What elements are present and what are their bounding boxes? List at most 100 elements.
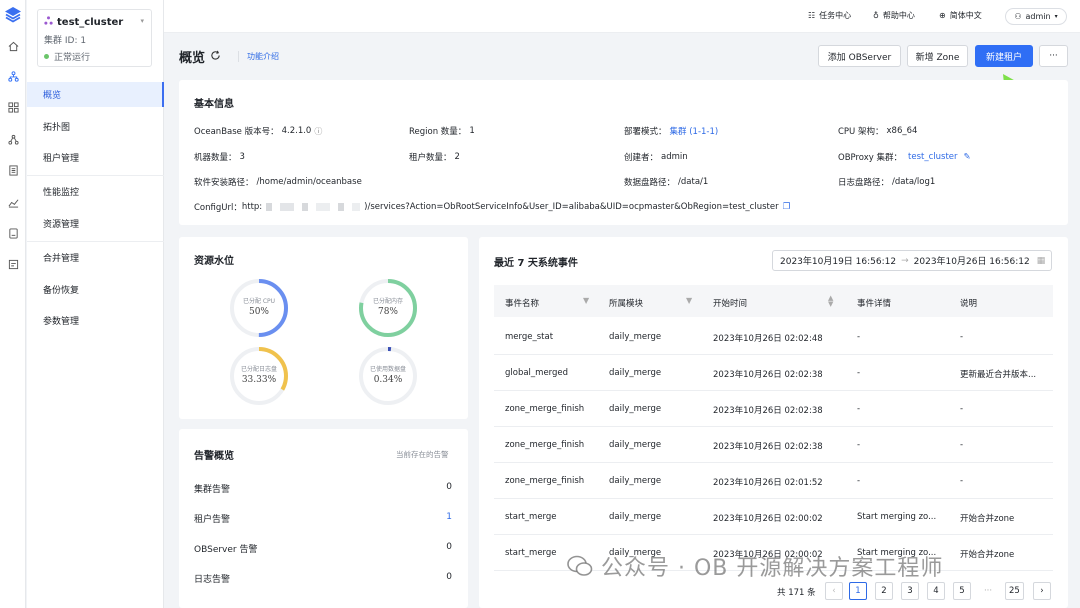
table-cell: 更新最近合并版本... xyxy=(960,370,1037,380)
deploy-mode-link[interactable]: 集群 (1-1-1) xyxy=(670,125,719,137)
refresh-icon[interactable] xyxy=(210,50,221,64)
prev-page-button[interactable]: ‹ xyxy=(825,582,843,600)
alert-label: 集群告警 xyxy=(194,485,231,495)
topology-icon[interactable] xyxy=(5,131,21,147)
nav-backup-restore[interactable]: 备份恢复 xyxy=(27,277,164,302)
document-icon[interactable] xyxy=(5,162,21,178)
table-row[interactable]: zone_merge_finish daily_merge 2023年10月26日 … xyxy=(494,427,1053,463)
page-5[interactable]: 5 xyxy=(953,582,971,600)
redaction-block xyxy=(302,203,309,211)
task-center-link[interactable]: ☷ 任务中心 xyxy=(808,10,851,21)
table-cell: 2023年10月26日 02:02:38 xyxy=(713,442,823,452)
filter-icon[interactable]: ▼ xyxy=(583,296,589,305)
alert-count: 0 xyxy=(446,482,452,492)
user-menu[interactable]: ⚇ admin ▾ xyxy=(1005,8,1067,25)
add-zone-button[interactable]: 新增 Zone xyxy=(907,45,968,67)
table-row[interactable]: start_merge daily_merge 2023年10月26日 02:00:… xyxy=(494,499,1053,535)
date-start: 2023年10月19日 16:56:12 xyxy=(780,257,897,267)
configurl-info: ConfigUrl： http:)/services?Action=ObRootS… xyxy=(194,201,790,213)
log-alert-row[interactable]: 日志告警 0 xyxy=(194,572,452,585)
cluster-selector[interactable]: test_cluster ▾ 集群 ID: 1 正常运行 xyxy=(37,9,152,67)
nav-topology[interactable]: 拓扑图 xyxy=(27,114,164,139)
help-center-link[interactable]: ♁ 帮助中心 xyxy=(873,10,915,21)
creator-label: 创建者： xyxy=(624,153,659,163)
alert-count[interactable]: 1 xyxy=(446,512,452,525)
product-logo-icon xyxy=(3,5,23,28)
list-icon: ☷ xyxy=(808,11,816,20)
page-1[interactable]: 1 xyxy=(849,582,867,600)
nav-resource-management[interactable]: 资源管理 xyxy=(27,211,164,236)
gauge-label: 已使用数据盘 xyxy=(369,366,406,373)
tenant-grid-icon[interactable] xyxy=(5,99,21,115)
column-label: 事件名称 xyxy=(505,299,540,309)
table-cell: global_merged xyxy=(505,368,569,378)
region-value: 1 xyxy=(469,126,475,136)
date-range-picker[interactable]: 2023年10月19日 16:56:12 → 2023年10月26日 16:56:1… xyxy=(772,250,1052,271)
table-row[interactable]: global_merged daily_merge 2023年10月26日 02:0… xyxy=(494,355,1053,391)
help-circle-icon[interactable]: ⓘ xyxy=(314,126,322,137)
settings-panel-icon[interactable] xyxy=(5,256,21,272)
copy-icon[interactable]: ❐ xyxy=(783,202,791,212)
icon-rail xyxy=(0,0,26,608)
tenant-alert-row[interactable]: 租户告警 1 xyxy=(194,512,452,525)
nav-label: 资源管理 xyxy=(43,220,80,230)
creator-value: admin xyxy=(661,152,688,162)
cpu-info: CPU 架构： x86_64 xyxy=(838,125,917,137)
page-2[interactable]: 2 xyxy=(875,582,893,600)
home-icon[interactable] xyxy=(5,38,21,54)
deploy-label: 部署模式： xyxy=(624,127,667,137)
calendar-icon[interactable]: ▦ xyxy=(1037,256,1046,266)
table-cell: - xyxy=(857,440,861,450)
page-25[interactable]: 25 xyxy=(1005,582,1024,600)
nav-merge-management[interactable]: 合并管理 xyxy=(27,245,164,270)
nav-performance-monitoring[interactable]: 性能监控 xyxy=(27,179,164,204)
nav-label: 拓扑图 xyxy=(43,123,71,133)
gauge-label: 已分配内存 xyxy=(372,298,403,305)
observer-alert-row[interactable]: OBServer 告警 0 xyxy=(194,542,452,555)
language-switch[interactable]: ⊕ 简体中文 xyxy=(939,10,982,21)
region-info: Region 数量： 1 xyxy=(409,125,475,137)
new-tenant-button[interactable]: 新建租户 xyxy=(975,45,1033,67)
nav-tenant-management[interactable]: 租户管理 xyxy=(27,145,164,170)
cluster-id: 集群 ID: 1 xyxy=(44,36,87,46)
page-4[interactable]: 4 xyxy=(927,582,945,600)
column-description: 说明 xyxy=(960,297,977,309)
data-disk-info: 数据盘路径：/data/1 xyxy=(624,176,708,188)
table-cell: Start merging zo... xyxy=(857,512,937,522)
page-ellipsis[interactable]: ··· xyxy=(979,582,997,600)
cluster-alert-row[interactable]: 集群告警 0 xyxy=(194,482,452,495)
page-3[interactable]: 3 xyxy=(901,582,919,600)
edit-icon[interactable]: ✎ xyxy=(964,152,971,162)
gauge-value: 0.34% xyxy=(373,375,403,385)
filter-icon[interactable]: ▼ xyxy=(686,296,692,305)
chevron-down-icon[interactable]: ▾ xyxy=(140,17,144,25)
gauge-value: 50% xyxy=(248,307,269,317)
more-actions-button[interactable]: ··· xyxy=(1039,45,1068,67)
nav-overview[interactable]: 概览 xyxy=(27,82,164,107)
cluster-icon xyxy=(44,16,53,28)
table-cell: zone_merge_finish xyxy=(505,404,585,414)
alert-count: 0 xyxy=(446,572,452,582)
table-cell: zone_merge_finish xyxy=(505,476,585,486)
table-row[interactable]: zone_merge_finish daily_merge 2023年10月26日 … xyxy=(494,391,1053,427)
alert-overview-title: 告警概览 xyxy=(194,451,234,462)
backup-icon[interactable] xyxy=(5,225,21,241)
sort-icon[interactable]: ▲ ▼ xyxy=(828,295,833,308)
nav-label: 性能监控 xyxy=(43,188,80,198)
lightbulb-icon: ♁ xyxy=(873,11,879,20)
nav-parameter-management[interactable]: 参数管理 xyxy=(27,308,164,333)
function-intro-link[interactable]: 功能介绍 xyxy=(238,51,279,62)
monitor-chart-icon[interactable] xyxy=(5,194,21,210)
machines-label: 机器数量： xyxy=(194,153,237,163)
next-page-button[interactable]: › xyxy=(1033,582,1051,600)
configurl-prefix: http: xyxy=(241,202,263,212)
table-row[interactable]: zone_merge_finish daily_merge 2023年10月26日 … xyxy=(494,463,1053,499)
table-row[interactable]: merge_stat daily_merge 2023年10月26日 02:02:4… xyxy=(494,319,1053,355)
redaction-block xyxy=(338,203,345,211)
add-observer-button[interactable]: 添加 OBServer xyxy=(818,45,901,67)
table-cell: daily_merge xyxy=(609,404,662,414)
cluster-icon[interactable] xyxy=(5,68,21,84)
cpu-value: x86_64 xyxy=(886,126,918,136)
redaction-block xyxy=(352,203,361,211)
obproxy-link[interactable]: test_cluster xyxy=(908,152,957,162)
